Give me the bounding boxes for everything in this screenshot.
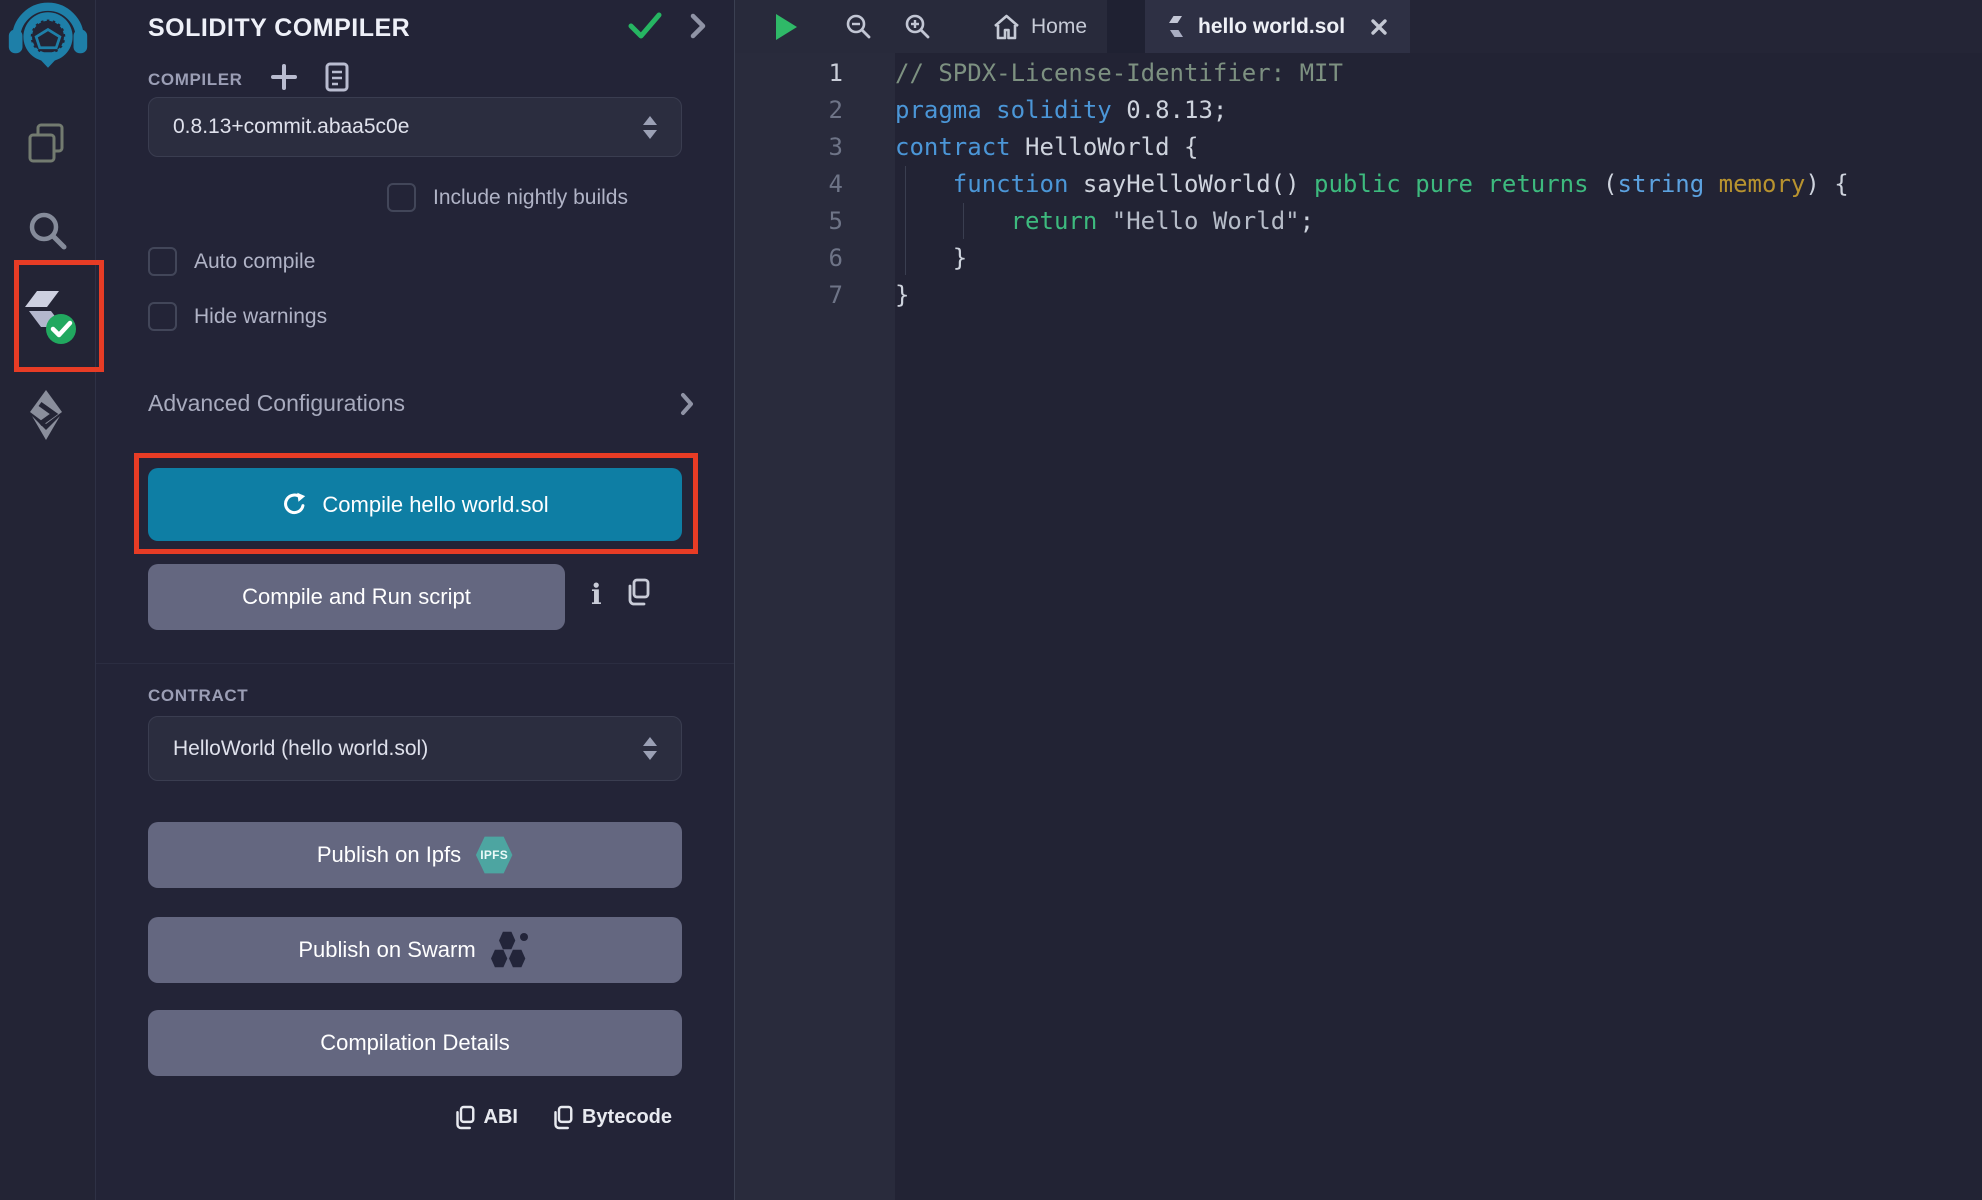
select-updown-icon bbox=[643, 116, 657, 139]
nightly-builds-checkbox[interactable] bbox=[387, 183, 416, 212]
contract-section-label: CONTRACT bbox=[148, 686, 248, 706]
file-explorer-icon[interactable] bbox=[0, 120, 96, 168]
icon-sidebar bbox=[0, 0, 96, 1200]
line-number: 5 bbox=[735, 203, 843, 240]
indent-guide bbox=[905, 166, 906, 275]
solidity-file-icon bbox=[1167, 13, 1185, 40]
publish-swarm-label: Publish on Swarm bbox=[298, 937, 475, 963]
code-line: } bbox=[895, 240, 1982, 277]
code-line: return "Hello World"; bbox=[895, 203, 1982, 240]
bytecode-label: Bytecode bbox=[582, 1106, 672, 1129]
compiler-section-header: COMPILER bbox=[148, 62, 349, 97]
auto-compile-checkbox[interactable] bbox=[148, 247, 177, 276]
compile-success-check-icon bbox=[628, 12, 662, 45]
nightly-builds-row: Include nightly builds bbox=[387, 183, 628, 212]
line-number: 6 bbox=[735, 240, 843, 277]
compilation-details-button[interactable]: Compilation Details bbox=[148, 1010, 682, 1076]
compiler-section-label: COMPILER bbox=[148, 70, 243, 90]
contract-select[interactable]: HelloWorld (hello world.sol) bbox=[148, 716, 682, 781]
refresh-icon bbox=[281, 491, 308, 518]
tab-hello-world-sol[interactable]: hello world.sol bbox=[1145, 0, 1410, 53]
remix-ide-window: SOLIDITY COMPILER COMPILER bbox=[0, 0, 1982, 1200]
select-updown-icon bbox=[643, 737, 657, 760]
copy-script-icon[interactable] bbox=[626, 578, 650, 611]
panel-header: SOLIDITY COMPILER bbox=[148, 12, 706, 45]
zoom-out-icon[interactable] bbox=[845, 13, 872, 40]
panel-collapse-chevron-icon[interactable] bbox=[690, 13, 706, 44]
info-icon[interactable]: i bbox=[591, 581, 602, 609]
code-line: pragma solidity 0.8.13; bbox=[895, 92, 1982, 129]
advanced-chevron-icon bbox=[680, 392, 694, 416]
auto-compile-label: Auto compile bbox=[194, 250, 315, 274]
code-editor[interactable]: 1234567 // SPDX-License-Identifier: MITp… bbox=[735, 53, 1982, 1200]
contract-select-value: HelloWorld (hello world.sol) bbox=[173, 737, 643, 761]
home-icon bbox=[993, 14, 1020, 40]
compile-and-run-button[interactable]: Compile and Run script bbox=[148, 564, 565, 630]
publish-ipfs-label: Publish on Ipfs bbox=[317, 842, 461, 868]
section-divider bbox=[96, 663, 734, 664]
line-number: 7 bbox=[735, 277, 843, 314]
abi-label: ABI bbox=[484, 1106, 518, 1129]
copy-bytecode-button[interactable]: Bytecode bbox=[552, 1105, 672, 1130]
abi-bytecode-row: ABI Bytecode bbox=[454, 1105, 672, 1130]
compiler-version-value: 0.8.13+commit.abaa5c0e bbox=[173, 115, 643, 139]
ipfs-logo-icon: IPFS bbox=[475, 835, 513, 875]
swarm-logo-icon bbox=[490, 931, 532, 969]
remix-logo-icon[interactable] bbox=[0, 2, 96, 68]
gutter: 1234567 bbox=[735, 55, 843, 314]
copy-icon bbox=[454, 1105, 475, 1130]
copy-abi-button[interactable]: ABI bbox=[454, 1105, 518, 1130]
advanced-configurations-toggle[interactable]: Advanced Configurations bbox=[148, 390, 694, 417]
zoom-in-icon[interactable] bbox=[904, 13, 931, 40]
tab-home-label: Home bbox=[1031, 15, 1087, 39]
line-number: 3 bbox=[735, 129, 843, 166]
code-lines: // SPDX-License-Identifier: MITpragma so… bbox=[895, 55, 1982, 314]
compiler-doc-icon[interactable] bbox=[325, 62, 349, 97]
compile-and-run-label: Compile and Run script bbox=[242, 584, 471, 610]
run-script-play-icon[interactable] bbox=[773, 12, 799, 42]
compile-button[interactable]: Compile hello world.sol bbox=[148, 468, 682, 541]
copy-icon bbox=[552, 1105, 573, 1130]
line-number: 1 bbox=[735, 55, 843, 92]
code-line: } bbox=[895, 277, 1982, 314]
editor-toolbar: Home hello world.sol bbox=[735, 0, 1982, 53]
compilation-details-label: Compilation Details bbox=[320, 1030, 510, 1056]
code-line: // SPDX-License-Identifier: MIT bbox=[895, 55, 1982, 92]
tab-close-icon[interactable] bbox=[1370, 18, 1388, 36]
indent-guide bbox=[963, 203, 964, 239]
panel-title: SOLIDITY COMPILER bbox=[148, 14, 628, 43]
publish-swarm-button[interactable]: Publish on Swarm bbox=[148, 917, 682, 983]
hide-warnings-row: Hide warnings bbox=[148, 302, 327, 331]
line-number: 2 bbox=[735, 92, 843, 129]
compiler-version-select[interactable]: 0.8.13+commit.abaa5c0e bbox=[148, 97, 682, 157]
compile-button-label: Compile hello world.sol bbox=[322, 492, 548, 518]
code-line: function sayHelloWorld() public pure ret… bbox=[895, 166, 1982, 203]
auto-compile-row: Auto compile bbox=[148, 247, 315, 276]
tabbar-filler bbox=[1410, 0, 1982, 53]
solidity-compiler-panel: SOLIDITY COMPILER COMPILER bbox=[96, 0, 735, 1200]
editor-pane: Home hello world.sol 1234567 // SPDX-Lic… bbox=[735, 0, 1982, 1200]
publish-ipfs-button[interactable]: Publish on Ipfs IPFS bbox=[148, 822, 682, 888]
deploy-run-ethereum-icon[interactable] bbox=[0, 388, 96, 440]
hide-warnings-checkbox[interactable] bbox=[148, 302, 177, 331]
search-icon[interactable] bbox=[0, 208, 96, 254]
tab-file-label: hello world.sol bbox=[1198, 15, 1345, 39]
compile-run-aux-icons: i bbox=[591, 578, 650, 611]
hide-warnings-label: Hide warnings bbox=[194, 305, 327, 329]
solidity-compiler-icon[interactable] bbox=[0, 285, 96, 347]
tab-separator bbox=[1107, 0, 1145, 53]
line-number: 4 bbox=[735, 166, 843, 203]
nightly-builds-label: Include nightly builds bbox=[433, 186, 628, 210]
advanced-configurations-label: Advanced Configurations bbox=[148, 390, 680, 417]
tab-home[interactable]: Home bbox=[993, 14, 1087, 40]
code-line: contract HelloWorld { bbox=[895, 129, 1982, 166]
add-compiler-plus-icon[interactable] bbox=[271, 64, 297, 95]
